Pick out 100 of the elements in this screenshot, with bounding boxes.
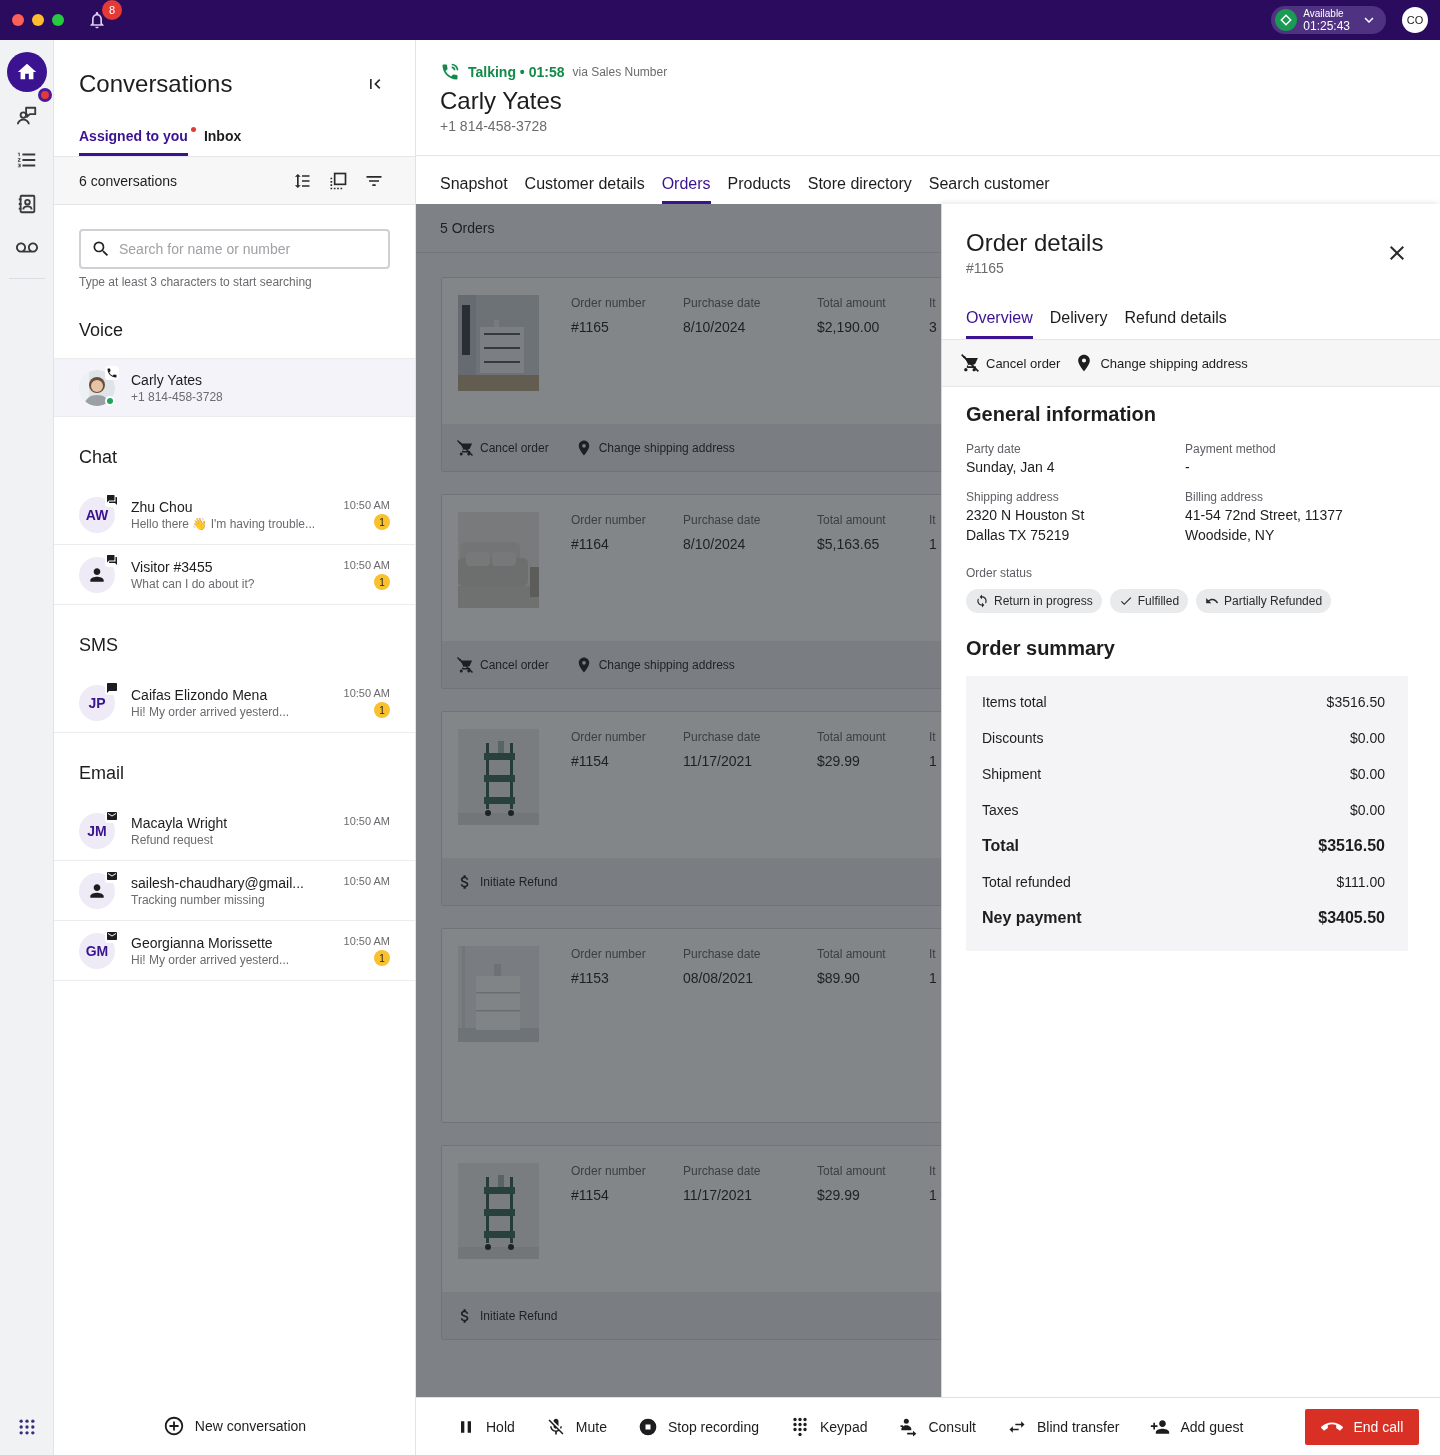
window-close-button[interactable] xyxy=(12,14,24,26)
unread-badge: 1 xyxy=(374,950,390,966)
conversation-item[interactable]: JP Caifas Elizondo Mena Hi! My order arrived yesterd... 10:50 AM 1 xyxy=(54,673,415,733)
message-icon xyxy=(105,680,119,695)
chat-icon xyxy=(105,552,119,567)
tab[interactable]: Search customer xyxy=(928,156,1050,204)
action-button[interactable]: Cancel order xyxy=(456,655,549,674)
message-preview: +1 814-458-3728 xyxy=(131,388,224,405)
unread-badge: 1 xyxy=(374,574,390,590)
order-number: #1165 xyxy=(966,259,1005,278)
chip-label: Return in progress xyxy=(994,594,1093,608)
phone-icon xyxy=(440,62,460,82)
field-value: #1153 xyxy=(571,969,610,988)
summary-value: $0.00 xyxy=(1349,766,1385,782)
field-value: #1154 xyxy=(571,1186,610,1205)
field-label: It xyxy=(929,946,937,962)
action-button[interactable]: Change shipping address xyxy=(1074,353,1248,373)
tab[interactable]: Delivery xyxy=(1049,304,1108,339)
section-title: SMS xyxy=(78,634,119,657)
section-title: Chat xyxy=(78,446,119,469)
summary-value: $3516.50 xyxy=(1318,837,1385,855)
action-button[interactable]: Cancel order xyxy=(456,438,549,457)
summary-label: Ney payment xyxy=(982,909,1082,927)
action-button[interactable]: Initiate Refund xyxy=(456,1306,558,1325)
end-call-button[interactable]: End call xyxy=(1305,1408,1420,1445)
tab[interactable]: Inbox xyxy=(203,118,242,156)
search-icon xyxy=(91,239,111,259)
call-action-button[interactable]: Mute xyxy=(545,1416,607,1437)
chip-label: Partially Refunded xyxy=(1224,594,1323,608)
status-button[interactable]: Available 01:25:43 xyxy=(1271,6,1386,34)
contact-name: sailesh-chaudhary@gmail... xyxy=(131,873,305,892)
message-preview: Hi! My order arrived yesterd... xyxy=(131,703,291,720)
message-preview: What can I do about it? xyxy=(131,575,256,592)
conversation-item[interactable]: Carly Yates +1 814-458-3728 xyxy=(54,358,415,417)
action-button[interactable]: Cancel order xyxy=(960,353,1061,373)
tab[interactable]: Products xyxy=(727,156,791,204)
message-preview: Tracking number missing xyxy=(131,891,266,908)
new-conversation-button[interactable]: New conversation xyxy=(156,1411,313,1441)
field-label: It xyxy=(929,1163,937,1179)
panel-title: Order details xyxy=(966,228,1104,258)
summary-label: Taxes xyxy=(982,802,1019,818)
action-button[interactable]: Initiate Refund xyxy=(456,872,558,891)
field-value: #1165 xyxy=(571,318,610,337)
stop-icon xyxy=(637,1416,658,1437)
field-value: #1164 xyxy=(571,535,610,554)
check-icon xyxy=(1118,594,1133,608)
orders-count: 5 Orders xyxy=(416,204,941,253)
call-source: via Sales Number xyxy=(572,65,668,79)
field-label: Purchase date xyxy=(683,512,762,528)
field-label: Order number xyxy=(571,295,647,311)
conversation-item[interactable]: AW Zhu Chou Hello there 👋 I'm having trouble... 10:50 AM 1 xyxy=(54,485,415,545)
field-label: Total amount xyxy=(817,946,887,962)
call-action-button[interactable]: Add guest xyxy=(1150,1416,1244,1437)
summary-label: Discounts xyxy=(982,730,1044,746)
field-value: 1 xyxy=(929,1186,938,1205)
field-label: Purchase date xyxy=(683,946,762,962)
timestamp: 10:50 AM xyxy=(343,814,390,828)
cart-off-icon xyxy=(456,655,474,674)
tab[interactable]: Store directory xyxy=(807,156,912,204)
bell-icon[interactable] xyxy=(87,10,107,30)
field-label: Purchase date xyxy=(683,1163,762,1179)
field-value: 11/17/2021 xyxy=(683,1186,754,1205)
avatar: GM xyxy=(79,932,115,969)
search-field[interactable]: Search for name or number xyxy=(79,229,390,269)
home-button[interactable] xyxy=(6,52,47,92)
user-avatar[interactable]: CO xyxy=(1402,7,1428,33)
conversation-item[interactable]: sailesh-chaudhary@gmail... Tracking number missing 10:50 AM xyxy=(54,861,415,921)
field-label: Purchase date xyxy=(683,295,762,311)
field-label: Party date xyxy=(966,441,1022,457)
section-title: Order summary xyxy=(966,636,1116,661)
field-label: Order number xyxy=(571,946,647,962)
summary-value: $0.00 xyxy=(1349,802,1385,818)
call-action-button[interactable]: Consult xyxy=(898,1416,976,1437)
window-zoom-button[interactable] xyxy=(52,14,64,26)
call-action-button[interactable]: Stop recording xyxy=(637,1416,759,1437)
field-label: Order number xyxy=(571,729,647,745)
field-value: Woodside, NY xyxy=(1185,526,1276,545)
summary-label: Total xyxy=(982,837,1020,855)
conversation-item[interactable]: Visitor #3455 What can I do about it? 10:50 AM 1 xyxy=(54,545,415,605)
field-value: $29.99 xyxy=(817,1186,861,1205)
field-value: 1 xyxy=(929,969,938,988)
field-value: $2,190.00 xyxy=(817,318,881,337)
call-action-button[interactable]: Keypad xyxy=(790,1416,868,1437)
conversation-item[interactable]: JM Macayla Wright Refund request 10:50 AM xyxy=(54,801,415,861)
notification-badge: 8 xyxy=(102,0,122,20)
tab[interactable]: Customer details xyxy=(524,156,645,204)
message-preview: Hi! My order arrived yesterd... xyxy=(131,951,291,968)
tab[interactable]: Snapshot xyxy=(440,156,508,204)
call-action-button[interactable]: Blind transfer xyxy=(1006,1416,1120,1437)
message-preview: Hello there 👋 I'm having trouble... xyxy=(131,515,317,532)
field-value: 1 xyxy=(929,752,938,771)
avatar: JP xyxy=(79,684,115,721)
section-title: General information xyxy=(966,402,1158,427)
action-button[interactable]: Change shipping address xyxy=(574,438,735,457)
call-action-button[interactable]: Hold xyxy=(456,1416,515,1437)
chip-label: Fulfilled xyxy=(1137,594,1180,608)
window-minimize-button[interactable] xyxy=(32,14,44,26)
conversation-item[interactable]: GM Georgianna Morissette Hi! My order arrived yesterd... 10:50 AM 1 xyxy=(54,921,415,981)
action-button[interactable]: Change shipping address xyxy=(574,655,735,674)
tab[interactable]: Refund details xyxy=(1124,304,1227,339)
